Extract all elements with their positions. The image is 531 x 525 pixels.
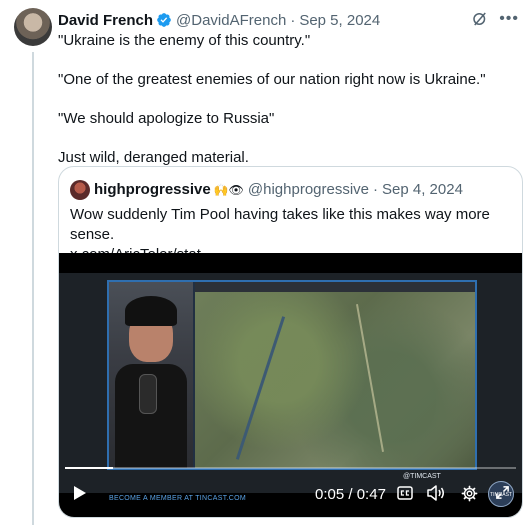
closed-captions-icon[interactable] (397, 486, 413, 500)
video-controls: @TIMCAST 0:05 / 0:47 (59, 473, 522, 515)
video-timecode: 0:05 / 0:47 (315, 486, 386, 503)
tweet-text: "Ukraine is the enemy of this country." … (58, 31, 518, 187)
more-icon[interactable]: ••• (499, 10, 519, 28)
thread-line (32, 52, 34, 525)
progress-fill (65, 467, 113, 469)
settings-icon[interactable] (461, 485, 478, 502)
tweet-line: Just wild, deranged material. (58, 149, 249, 166)
quoted-tweet[interactable]: highprogressive 🙌👁 @highprogressive · Se… (58, 166, 523, 518)
time-separator: / (344, 486, 357, 503)
tweet-line: "Ukraine is the enemy of this country." (58, 32, 311, 49)
separator-dot: · (290, 11, 296, 29)
quoted-author-name[interactable]: highprogressive (94, 181, 211, 198)
quoted-tweet-header: highprogressive 🙌👁 @highprogressive · Se… (94, 181, 463, 198)
quoted-tweet-date[interactable]: Sep 4, 2024 (382, 181, 463, 198)
duration: 0:47 (356, 486, 386, 503)
separator-dot: · (373, 181, 379, 198)
grok-icon[interactable] (471, 10, 489, 28)
fullscreen-icon[interactable] (495, 485, 510, 500)
tweet-line: "One of the greatest enemies of our nati… (58, 71, 486, 88)
map-view (195, 292, 475, 468)
tweet-header: David French @DavidAFrench · Sep 5, 2024 (58, 11, 380, 29)
verified-badge-icon (157, 13, 171, 27)
video-frame: BECOME A MEMBER AT TINCAST.COM TIMCAST (59, 273, 522, 507)
tweet-date[interactable]: Sep 5, 2024 (299, 12, 380, 29)
video-player[interactable]: BECOME A MEMBER AT TINCAST.COM TIMCAST @… (59, 253, 522, 517)
microphone (139, 374, 157, 414)
watermark: @TIMCAST (403, 473, 441, 480)
current-time: 0:05 (315, 486, 345, 503)
person-beanie (125, 296, 177, 326)
volume-icon[interactable] (427, 485, 445, 501)
quoted-author-avatar[interactable] (70, 180, 90, 200)
author-avatar[interactable] (14, 8, 52, 46)
tweet-line: "We should apologize to Russia" (58, 110, 275, 127)
author-name[interactable]: David French (58, 12, 153, 29)
play-icon[interactable] (73, 485, 87, 501)
quoted-author-handle[interactable]: @highprogressive (248, 181, 369, 198)
author-handle[interactable]: @DavidAFrench (176, 12, 286, 29)
webcam-feed (109, 282, 193, 468)
quoted-author-emoji: 🙌👁 (213, 182, 244, 197)
progress-bar[interactable] (65, 467, 516, 469)
quoted-text-line: Wow suddenly Tim Pool having takes like … (70, 206, 490, 243)
tweet-actions: ••• (471, 10, 519, 28)
browser-toolbar (195, 282, 475, 292)
